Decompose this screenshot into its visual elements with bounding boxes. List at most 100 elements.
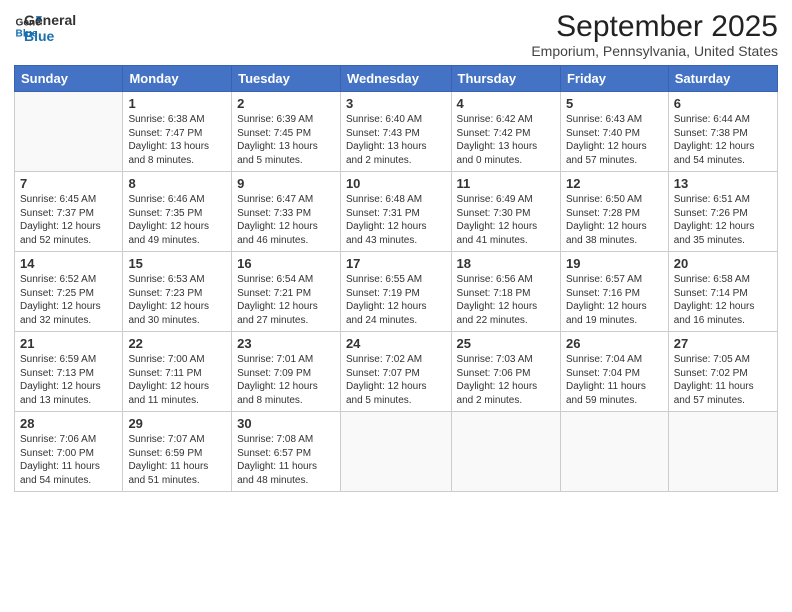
calendar: SundayMondayTuesdayWednesdayThursdayFrid… (14, 65, 778, 492)
day-info: Sunrise: 7:02 AM Sunset: 7:07 PM Dayligh… (346, 353, 446, 407)
day-number: 16 (237, 256, 335, 271)
col-header-thursday: Thursday (451, 66, 560, 92)
day-info: Sunrise: 6:48 AM Sunset: 7:31 PM Dayligh… (346, 193, 446, 247)
cal-cell: 27 Sunrise: 7:05 AM Sunset: 7:02 PM Dayli… (668, 332, 777, 412)
day-info: Sunrise: 6:44 AM Sunset: 7:38 PM Dayligh… (674, 113, 772, 167)
day-number: 10 (346, 176, 446, 191)
col-header-saturday: Saturday (668, 66, 777, 92)
day-number: 1 (128, 96, 226, 111)
day-number: 29 (128, 416, 226, 431)
cal-cell: 19 Sunrise: 6:57 AM Sunset: 7:16 PM Dayli… (560, 252, 668, 332)
cal-cell: 1 Sunrise: 6:38 AM Sunset: 7:47 PM Daylig… (123, 92, 232, 172)
day-number: 15 (128, 256, 226, 271)
day-info: Sunrise: 7:04 AM Sunset: 7:04 PM Dayligh… (566, 353, 663, 407)
cal-cell: 24 Sunrise: 7:02 AM Sunset: 7:07 PM Dayli… (340, 332, 451, 412)
day-info: Sunrise: 6:53 AM Sunset: 7:23 PM Dayligh… (128, 273, 226, 327)
day-number: 11 (457, 176, 555, 191)
cal-cell: 2 Sunrise: 6:39 AM Sunset: 7:45 PM Daylig… (232, 92, 341, 172)
day-info: Sunrise: 6:50 AM Sunset: 7:28 PM Dayligh… (566, 193, 663, 247)
title-block: September 2025 Emporium, Pennsylvania, U… (531, 10, 778, 59)
day-number: 2 (237, 96, 335, 111)
cal-cell: 18 Sunrise: 6:56 AM Sunset: 7:18 PM Dayli… (451, 252, 560, 332)
cal-cell: 3 Sunrise: 6:40 AM Sunset: 7:43 PM Daylig… (340, 92, 451, 172)
header: General Blue General Blue September 2025… (14, 10, 778, 59)
day-info: Sunrise: 6:40 AM Sunset: 7:43 PM Dayligh… (346, 113, 446, 167)
day-info: Sunrise: 6:47 AM Sunset: 7:33 PM Dayligh… (237, 193, 335, 247)
day-info: Sunrise: 7:08 AM Sunset: 6:57 PM Dayligh… (237, 433, 335, 487)
day-number: 12 (566, 176, 663, 191)
day-info: Sunrise: 6:55 AM Sunset: 7:19 PM Dayligh… (346, 273, 446, 327)
col-header-monday: Monday (123, 66, 232, 92)
day-info: Sunrise: 6:51 AM Sunset: 7:26 PM Dayligh… (674, 193, 772, 247)
cal-cell: 9 Sunrise: 6:47 AM Sunset: 7:33 PM Daylig… (232, 172, 341, 252)
cal-cell: 12 Sunrise: 6:50 AM Sunset: 7:28 PM Dayli… (560, 172, 668, 252)
col-header-friday: Friday (560, 66, 668, 92)
cal-cell: 25 Sunrise: 7:03 AM Sunset: 7:06 PM Dayli… (451, 332, 560, 412)
day-number: 17 (346, 256, 446, 271)
day-number: 18 (457, 256, 555, 271)
day-number: 21 (20, 336, 117, 351)
day-number: 5 (566, 96, 663, 111)
cal-cell: 17 Sunrise: 6:55 AM Sunset: 7:19 PM Dayli… (340, 252, 451, 332)
cal-cell: 10 Sunrise: 6:48 AM Sunset: 7:31 PM Dayli… (340, 172, 451, 252)
day-number: 13 (674, 176, 772, 191)
day-info: Sunrise: 6:54 AM Sunset: 7:21 PM Dayligh… (237, 273, 335, 327)
day-info: Sunrise: 6:46 AM Sunset: 7:35 PM Dayligh… (128, 193, 226, 247)
day-info: Sunrise: 7:01 AM Sunset: 7:09 PM Dayligh… (237, 353, 335, 407)
day-info: Sunrise: 6:38 AM Sunset: 7:47 PM Dayligh… (128, 113, 226, 167)
day-number: 6 (674, 96, 772, 111)
day-number: 20 (674, 256, 772, 271)
cal-cell: 16 Sunrise: 6:54 AM Sunset: 7:21 PM Dayli… (232, 252, 341, 332)
day-number: 24 (346, 336, 446, 351)
day-info: Sunrise: 7:05 AM Sunset: 7:02 PM Dayligh… (674, 353, 772, 407)
cal-cell: 6 Sunrise: 6:44 AM Sunset: 7:38 PM Daylig… (668, 92, 777, 172)
day-info: Sunrise: 7:07 AM Sunset: 6:59 PM Dayligh… (128, 433, 226, 487)
cal-cell: 15 Sunrise: 6:53 AM Sunset: 7:23 PM Dayli… (123, 252, 232, 332)
day-number: 25 (457, 336, 555, 351)
day-number: 26 (566, 336, 663, 351)
cal-cell (668, 412, 777, 492)
logo-line1: General (24, 12, 76, 28)
cal-cell: 4 Sunrise: 6:42 AM Sunset: 7:42 PM Daylig… (451, 92, 560, 172)
col-header-wednesday: Wednesday (340, 66, 451, 92)
day-number: 28 (20, 416, 117, 431)
cal-cell (340, 412, 451, 492)
day-number: 8 (128, 176, 226, 191)
day-number: 19 (566, 256, 663, 271)
day-info: Sunrise: 6:52 AM Sunset: 7:25 PM Dayligh… (20, 273, 117, 327)
day-info: Sunrise: 6:45 AM Sunset: 7:37 PM Dayligh… (20, 193, 117, 247)
day-info: Sunrise: 6:57 AM Sunset: 7:16 PM Dayligh… (566, 273, 663, 327)
col-header-tuesday: Tuesday (232, 66, 341, 92)
day-number: 30 (237, 416, 335, 431)
logo: General Blue General Blue (14, 10, 76, 44)
day-info: Sunrise: 6:39 AM Sunset: 7:45 PM Dayligh… (237, 113, 335, 167)
day-number: 4 (457, 96, 555, 111)
logo-line2: Blue (24, 28, 76, 44)
cal-cell: 28 Sunrise: 7:06 AM Sunset: 7:00 PM Dayli… (15, 412, 123, 492)
day-number: 9 (237, 176, 335, 191)
day-info: Sunrise: 7:03 AM Sunset: 7:06 PM Dayligh… (457, 353, 555, 407)
col-header-sunday: Sunday (15, 66, 123, 92)
day-number: 22 (128, 336, 226, 351)
cal-cell: 8 Sunrise: 6:46 AM Sunset: 7:35 PM Daylig… (123, 172, 232, 252)
cal-cell (560, 412, 668, 492)
day-info: Sunrise: 7:06 AM Sunset: 7:00 PM Dayligh… (20, 433, 117, 487)
month-title: September 2025 (531, 10, 778, 43)
cal-cell: 26 Sunrise: 7:04 AM Sunset: 7:04 PM Dayli… (560, 332, 668, 412)
day-info: Sunrise: 6:43 AM Sunset: 7:40 PM Dayligh… (566, 113, 663, 167)
cal-cell: 11Sunrise: 6:49 AM Sunset: 7:30 PM Dayli… (451, 172, 560, 252)
day-number: 7 (20, 176, 117, 191)
day-number: 23 (237, 336, 335, 351)
cal-cell: 22 Sunrise: 7:00 AM Sunset: 7:11 PM Dayli… (123, 332, 232, 412)
day-info: Sunrise: 7:00 AM Sunset: 7:11 PM Dayligh… (128, 353, 226, 407)
cal-cell: 29 Sunrise: 7:07 AM Sunset: 6:59 PM Dayli… (123, 412, 232, 492)
cal-cell: 30 Sunrise: 7:08 AM Sunset: 6:57 PM Dayli… (232, 412, 341, 492)
day-info: Sunrise: 6:59 AM Sunset: 7:13 PM Dayligh… (20, 353, 117, 407)
day-info: Sunrise: 6:42 AM Sunset: 7:42 PM Dayligh… (457, 113, 555, 167)
day-info: Sunrise: 6:58 AM Sunset: 7:14 PM Dayligh… (674, 273, 772, 327)
day-number: 27 (674, 336, 772, 351)
day-number: 3 (346, 96, 446, 111)
day-info: Sunrise: 6:56 AM Sunset: 7:18 PM Dayligh… (457, 273, 555, 327)
cal-cell (15, 92, 123, 172)
cal-cell: 20 Sunrise: 6:58 AM Sunset: 7:14 PM Dayli… (668, 252, 777, 332)
